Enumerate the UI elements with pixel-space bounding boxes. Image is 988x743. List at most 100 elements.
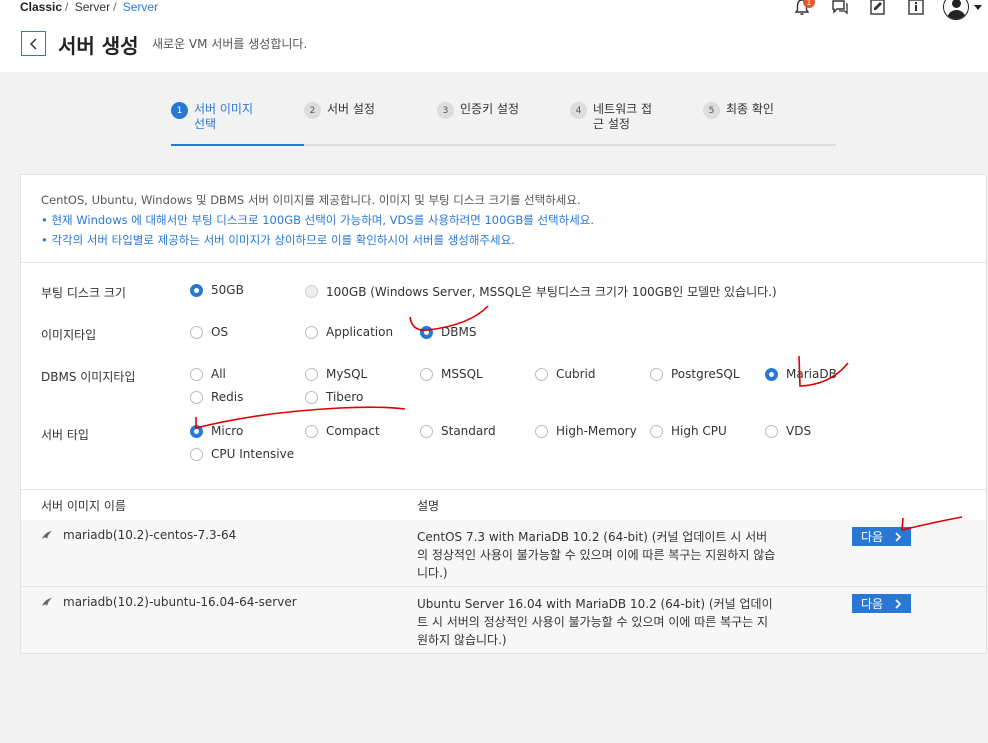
step-3[interactable]: 3 인증키 설정: [437, 102, 519, 119]
caret-down-icon: [974, 4, 982, 10]
radio-label: Tibero: [326, 390, 364, 404]
step-2[interactable]: 2 서버 설정: [304, 102, 375, 119]
chevron-right-icon: [895, 531, 902, 542]
memo-button[interactable]: [867, 0, 889, 18]
radio-server-high-cpu[interactable]: High CPU: [650, 424, 727, 438]
radio-circle: [305, 390, 318, 404]
page-title: 서버 생성: [58, 34, 139, 58]
radio-image-application[interactable]: Application: [305, 325, 393, 339]
info-button[interactable]: [905, 0, 927, 18]
radio-image-dbms[interactable]: DBMS: [420, 325, 476, 339]
radio-label: VDS: [786, 424, 812, 438]
edit-note-icon: [870, 0, 885, 15]
next-button-label: 다음: [860, 530, 884, 544]
radio-label: 50GB: [211, 283, 244, 297]
step-label: 인증키 설정: [460, 102, 520, 116]
server-type-label: 서버 타입: [41, 428, 89, 442]
radio-dbms-cubrid[interactable]: Cubrid: [535, 367, 596, 381]
chevron-left-icon: [29, 37, 37, 50]
step-5[interactable]: 5 최종 확인: [703, 102, 774, 119]
radio-circle: [420, 367, 433, 381]
radio-dbms-mysql[interactable]: MySQL: [305, 367, 367, 381]
radio-circle: [765, 367, 778, 381]
boot-disk-label: 부팅 디스크 크기: [41, 286, 126, 300]
step-number: 4: [570, 102, 587, 119]
radio-circle: [305, 367, 318, 381]
radio-label: High CPU: [671, 424, 727, 438]
radio-circle: [535, 424, 548, 438]
table-row[interactable]: mariadb(10.2)-centos-7.3-64 CentOS 7.3 w…: [21, 520, 986, 586]
radio-image-os[interactable]: OS: [190, 325, 228, 339]
radio-circle: [190, 424, 203, 438]
step-label: 네트워크 접근 설정: [593, 102, 653, 131]
radio-circle: [765, 424, 778, 438]
radio-dbms-mssql[interactable]: MSSQL: [420, 367, 483, 381]
image-description: CentOS 7.3 with MariaDB 10.2 (64-bit) (커…: [417, 530, 776, 580]
radio-dbms-mariadb[interactable]: MariaDB: [765, 367, 837, 381]
image-name: mariadb(10.2)-centos-7.3-64: [63, 528, 237, 542]
radio-label: Application: [326, 325, 394, 339]
header-icons: 1: [791, 0, 982, 20]
radio-label: Standard: [441, 424, 496, 438]
radio-circle: [420, 424, 433, 438]
radio-boot-50gb[interactable]: 50GB: [190, 283, 244, 297]
notification-button[interactable]: 1: [791, 0, 815, 18]
breadcrumb-separator: /: [113, 0, 117, 14]
radio-circle: [190, 447, 203, 461]
breadcrumb-classic[interactable]: Classic: [20, 0, 62, 14]
chevron-right-icon: [895, 598, 902, 609]
breadcrumb-server[interactable]: Server: [75, 0, 110, 14]
column-header-desc: 설명: [417, 499, 440, 513]
image-type-label: 이미지타입: [41, 328, 97, 342]
radio-dbms-redis[interactable]: Redis: [190, 390, 243, 404]
radio-label: MariaDB: [786, 367, 837, 381]
image-name: mariadb(10.2)-ubuntu-16.04-64-server: [63, 595, 297, 609]
radio-server-standard[interactable]: Standard: [420, 424, 496, 438]
radio-label: MySQL: [326, 367, 368, 381]
radio-dbms-all[interactable]: All: [190, 367, 226, 381]
radio-label: Compact: [326, 424, 380, 438]
mariadb-seal-icon: [42, 531, 52, 539]
radio-dbms-postgresql[interactable]: PostgreSQL: [650, 367, 740, 381]
radio-server-micro[interactable]: Micro: [190, 424, 243, 438]
next-button[interactable]: 다음: [852, 594, 911, 613]
breadcrumb-server-current[interactable]: Server: [123, 0, 158, 14]
image-name-cell: mariadb(10.2)-centos-7.3-64: [41, 528, 236, 542]
image-description: Ubuntu Server 16.04 with MariaDB 10.2 (6…: [417, 597, 773, 647]
radio-server-compact[interactable]: Compact: [305, 424, 380, 438]
step-4[interactable]: 4 네트워크 접근 설정: [570, 102, 661, 132]
intro-bullet: • 각각의 서버 타입별로 제공하는 서버 이미지가 상이하므로 이를 확인하시…: [41, 233, 515, 247]
radio-label: PostgreSQL: [671, 367, 740, 381]
radio-circle: [190, 367, 203, 381]
dbms-type-label: DBMS 이미지타입: [41, 370, 136, 384]
table-row[interactable]: mariadb(10.2)-ubuntu-16.04-64-server Ubu…: [21, 587, 986, 653]
notification-badge: 1: [803, 0, 815, 8]
radio-label: 100GB (Windows Server, MSSQL은 부팅디스크 크기가 …: [326, 285, 777, 299]
info-icon: [908, 0, 924, 15]
chat-icon: [832, 0, 848, 15]
page-subtitle: 새로운 VM 서버를 생성합니다.: [152, 37, 308, 51]
image-selection-card: CentOS, Ubuntu, Windows 및 DBMS 서버 이미지를 제…: [20, 174, 987, 654]
intro-text: CentOS, Ubuntu, Windows 및 DBMS 서버 이미지를 제…: [41, 192, 594, 252]
intro-bullet: • 현재 Windows 에 대해서만 부팅 디스크로 100GB 선택이 가능…: [41, 213, 595, 227]
radio-server-vds[interactable]: VDS: [765, 424, 811, 438]
step-indicator: 1 서버 이미지 선택 2 서버 설정 3 인증키 설정 4 네트워크 접근 설…: [171, 98, 836, 146]
next-button[interactable]: 다음: [852, 527, 911, 546]
image-name-cell: mariadb(10.2)-ubuntu-16.04-64-server: [41, 595, 297, 609]
radio-circle: [305, 285, 318, 298]
step-number: 5: [703, 102, 720, 119]
step-label: 최종 확인: [726, 102, 774, 116]
user-menu[interactable]: [943, 0, 982, 20]
step-1[interactable]: 1 서버 이미지 선택: [171, 102, 264, 132]
step-track-active: [171, 144, 304, 146]
radio-server-high-memory[interactable]: High-Memory: [535, 424, 637, 438]
radio-server-cpu-intensive[interactable]: CPU Intensive: [190, 447, 294, 461]
next-button-label: 다음: [860, 597, 884, 611]
radio-label: High-Memory: [556, 424, 637, 438]
chat-button[interactable]: [829, 0, 851, 18]
radio-boot-100gb[interactable]: 100GB (Windows Server, MSSQL은 부팅디스크 크기가 …: [305, 283, 777, 300]
radio-circle: [650, 424, 663, 438]
radio-dbms-tibero[interactable]: Tibero: [305, 390, 363, 404]
table-header: 서버 이미지 이름 설명: [21, 489, 986, 521]
back-button[interactable]: [21, 31, 46, 56]
